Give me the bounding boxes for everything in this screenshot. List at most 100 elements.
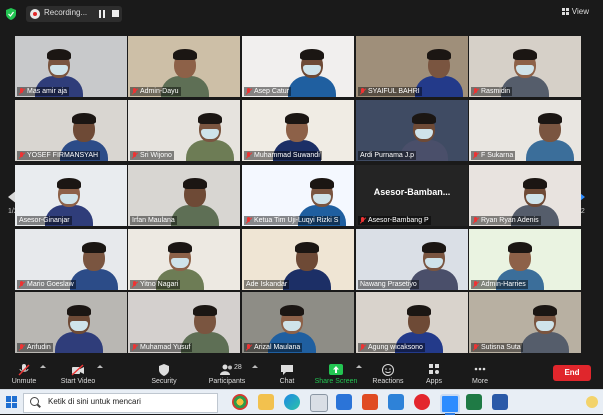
participant-name-label: Mario Goeslaw <box>17 280 76 289</box>
participant-tile[interactable]: Mario Goeslaw <box>15 229 127 290</box>
participant-tile[interactable]: Asesor-Bamban... Asesor-Bambang P <box>356 165 468 226</box>
share-screen-icon <box>329 364 343 375</box>
windows-start-icon[interactable] <box>6 396 18 408</box>
taskbar-search-placeholder: Ketik di sini untuk mencari <box>48 397 141 406</box>
participant-tile[interactable]: Ketua Tim Uji-Luqyi Rizki S <box>242 165 354 226</box>
participant-tile[interactable]: Muhamad Yusuf <box>128 292 240 353</box>
participant-name: Sutisna Suta <box>481 344 521 351</box>
participant-tile[interactable]: Asesor-Ginanjar <box>15 165 127 226</box>
participant-tile[interactable]: Admin-Dayu <box>128 36 240 97</box>
participant-video <box>521 300 569 353</box>
participant-tile[interactable]: Ardi Purnama J.p <box>356 100 468 161</box>
participant-name: Mario Goeslaw <box>27 281 74 288</box>
file-explorer-icon[interactable] <box>258 394 274 410</box>
participant-name: Asesor-Ginanjar <box>19 217 70 224</box>
participant-video <box>186 108 234 161</box>
view-button[interactable]: View <box>561 7 589 16</box>
participant-name-label: Ryan Ryan Adenis <box>471 216 541 225</box>
participant-name-label: Arifudin <box>17 343 53 352</box>
participant-tile[interactable]: SYAIFUL BAHRI <box>356 36 468 97</box>
word-icon[interactable] <box>492 394 508 410</box>
chrome-icon[interactable] <box>232 394 248 410</box>
participant-tile[interactable]: Agung wicaksono <box>356 292 468 353</box>
participant-tile[interactable]: Mas amir aja <box>15 36 127 97</box>
participant-video <box>288 44 336 97</box>
recording-indicator: Recording... <box>26 6 122 22</box>
participant-tile[interactable]: Ade Iskandar <box>242 229 354 290</box>
edge-icon[interactable] <box>284 394 300 410</box>
share-screen-button[interactable]: Share Screen <box>314 363 358 389</box>
participant-tile[interactable]: Admin-Harries <box>469 229 581 290</box>
participant-name-label: Sri Wijono <box>130 151 174 160</box>
participant-tile[interactable]: Sutisna Suta <box>469 292 581 353</box>
muted-mic-icon <box>246 344 252 351</box>
participant-name: Muhammad Suwandi <box>254 152 320 159</box>
stop-recording-icon[interactable] <box>112 10 119 17</box>
participant-name-label: Muhamad Yusuf <box>130 343 193 352</box>
participant-tile[interactable]: Rasmidin <box>469 36 581 97</box>
participant-tile[interactable]: Yitno Nagari <box>128 229 240 290</box>
participant-name: Nawang Prasetiyo <box>360 281 417 288</box>
participant-tile[interactable]: Nawang Prasetiyo <box>356 229 468 290</box>
zoom-app-icon[interactable] <box>440 394 460 415</box>
record-icon <box>30 9 40 19</box>
audio-options-caret-icon[interactable] <box>40 365 46 368</box>
participant-tile[interactable]: Asep Catur <box>242 36 354 97</box>
meeting-controls: Unmute Start Video Security 28 Participa <box>0 361 603 389</box>
store-icon[interactable] <box>310 394 328 412</box>
windows-taskbar: Ketik di sini untuk mencari <box>0 389 603 415</box>
reactions-smiley-icon <box>382 364 394 376</box>
recording-label: Recording... <box>44 8 88 17</box>
muted-mic-icon <box>132 344 138 351</box>
participants-caret-icon[interactable] <box>252 365 258 368</box>
participant-name: Yitno Nagari <box>140 281 179 288</box>
chat-button[interactable]: Chat <box>272 363 302 389</box>
shield-icon[interactable] <box>6 8 16 20</box>
participant-video <box>526 108 574 161</box>
participant-name: Mas amir aja <box>27 88 68 95</box>
apps-icon <box>429 364 439 374</box>
mail-icon[interactable] <box>336 394 352 410</box>
participant-tile[interactable]: Irfan Maulana <box>128 165 240 226</box>
taskbar-search-box[interactable]: Ketik di sini untuk mencari <box>23 393 218 413</box>
participant-name: Asesor-Bambang P <box>368 217 429 224</box>
participants-button[interactable]: 28 Participants <box>205 363 249 389</box>
participant-video <box>283 237 331 290</box>
participant-name: Ryan Ryan Adenis <box>481 217 539 224</box>
participants-icon <box>220 364 232 375</box>
participant-name-label: Ardi Purnama J.p <box>358 151 417 160</box>
reactions-label: Reactions <box>372 378 404 385</box>
office-app-icon[interactable] <box>362 394 378 410</box>
participant-tile[interactable]: YOSEF FIRMANSYAH <box>15 100 127 161</box>
participant-name-label: Asesor-Ginanjar <box>17 216 72 225</box>
muted-mic-icon <box>360 217 366 224</box>
excel-icon[interactable] <box>466 394 482 410</box>
reactions-button[interactable]: Reactions <box>370 363 406 389</box>
participant-tile[interactable]: Arifudin <box>15 292 127 353</box>
video-options-caret-icon[interactable] <box>97 365 103 368</box>
start-video-button[interactable]: Start Video <box>55 363 101 389</box>
participant-tile[interactable]: Muhammad Suwandi <box>242 100 354 161</box>
participant-tile[interactable]: Sri Wijono <box>128 100 240 161</box>
more-button[interactable]: More <box>466 363 494 389</box>
participant-tile[interactable]: Ryan Ryan Adenis <box>469 165 581 226</box>
microphone-muted-icon <box>18 364 30 376</box>
photos-icon[interactable] <box>388 394 404 410</box>
pause-recording-icon[interactable] <box>98 10 106 18</box>
security-button[interactable]: Security <box>146 363 182 389</box>
apps-button[interactable]: Apps <box>420 363 448 389</box>
opera-icon[interactable] <box>414 394 430 410</box>
share-options-caret-icon[interactable] <box>356 365 362 368</box>
unmute-button[interactable]: Unmute <box>6 363 42 389</box>
participant-tile[interactable]: Arizal Maulana <box>242 292 354 353</box>
muted-mic-icon <box>473 152 479 159</box>
participant-name: SYAIFUL BAHRI <box>368 88 420 95</box>
participant-name: Admin-Dayu <box>140 88 179 95</box>
chat-icon <box>281 365 293 375</box>
participant-tile[interactable]: F Sukarna <box>469 100 581 161</box>
video-off-icon <box>71 364 84 376</box>
weather-icon[interactable] <box>586 396 598 408</box>
view-label: View <box>571 7 589 16</box>
muted-mic-icon <box>132 152 138 159</box>
end-meeting-button[interactable]: End <box>553 365 591 381</box>
